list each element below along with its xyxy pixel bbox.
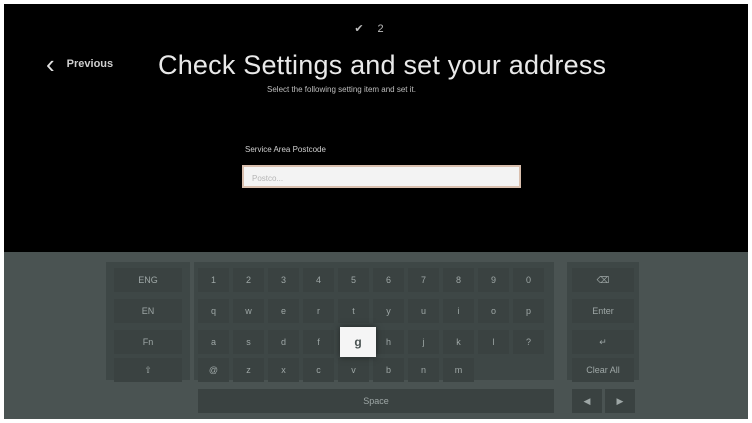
key-w[interactable]: w (233, 299, 264, 323)
key-4[interactable]: 4 (303, 268, 334, 292)
key-right-1[interactable]: Enter (572, 299, 634, 323)
key-sym-9[interactable]: ? (513, 330, 544, 354)
key-k[interactable]: k (443, 330, 474, 354)
key-p[interactable]: p (513, 299, 544, 323)
key-7[interactable]: 7 (408, 268, 439, 292)
postcode-label: Service Area Postcode (245, 145, 326, 154)
key-d[interactable]: d (268, 330, 299, 354)
key-8[interactable]: 8 (443, 268, 474, 292)
step-done-icon: ✔ (354, 23, 378, 35)
chevron-left-icon: ‹ (46, 49, 55, 79)
key-9[interactable]: 9 (478, 268, 509, 292)
key-left-2[interactable]: Fn (114, 330, 182, 354)
previous-button[interactable]: ‹ Previous (46, 49, 114, 79)
key-q[interactable]: q (198, 299, 229, 323)
key-i[interactable]: i (443, 299, 474, 323)
key-m[interactable]: m (443, 358, 474, 382)
key-right-0[interactable]: ⌫ (572, 268, 634, 292)
key-y[interactable]: y (373, 299, 404, 323)
postcode-input[interactable]: Postco... (242, 165, 521, 188)
key-left-0[interactable]: ENG (114, 268, 182, 292)
key-f[interactable]: f (303, 330, 334, 354)
key-l[interactable]: l (478, 330, 509, 354)
key-h[interactable]: h (373, 330, 404, 354)
previous-label: Previous (66, 58, 114, 70)
key-2[interactable]: 2 (233, 268, 264, 292)
space-key[interactable]: Space (198, 389, 554, 413)
key-x[interactable]: x (268, 358, 299, 382)
key-r[interactable]: r (303, 299, 334, 323)
key-e[interactable]: e (268, 299, 299, 323)
key-a[interactable]: a (198, 330, 229, 354)
key-u[interactable]: u (408, 299, 439, 323)
key-b[interactable]: b (373, 358, 404, 382)
key-o[interactable]: o (478, 299, 509, 323)
key-s[interactable]: s (233, 330, 264, 354)
key-left-1[interactable]: EN (114, 299, 182, 323)
virtual-keyboard: ENG EN Fn ⇧ 1 2 3 4 5 6 7 8 9 0 q w e r t y u i o p a s d f g h j k l? @ z… (4, 252, 748, 419)
key-v[interactable]: v (338, 358, 369, 382)
key-left-3[interactable]: ⇧ (114, 358, 182, 382)
key-5[interactable]: 5 (338, 268, 369, 292)
page-title: Check Settings and set your address (158, 50, 607, 80)
key-right-2[interactable]: ↵ (572, 330, 634, 354)
key-n[interactable]: n (408, 358, 439, 382)
key-c[interactable]: c (303, 358, 334, 382)
key-t[interactable]: t (338, 299, 369, 323)
key-z[interactable]: z (233, 358, 264, 382)
step-indicator: ✔2 (4, 22, 748, 35)
cursor-left-icon[interactable]: ◀ (572, 389, 602, 413)
setup-screen: ✔2 ‹ Previous Check Settings and set you… (4, 4, 748, 419)
page-subtitle: Select the following setting item and se… (267, 85, 416, 94)
key-1[interactable]: 1 (198, 268, 229, 292)
key-6[interactable]: 6 (373, 268, 404, 292)
cursor-right-icon[interactable]: ▶ (605, 389, 635, 413)
key-j[interactable]: j (408, 330, 439, 354)
key-g[interactable]: g (340, 327, 376, 357)
key-sym-0[interactable]: @ (198, 358, 229, 382)
step-current: 2 (377, 23, 398, 35)
key-right-3[interactable]: Clear All (572, 358, 634, 382)
key-3[interactable]: 3 (268, 268, 299, 292)
key-0[interactable]: 0 (513, 268, 544, 292)
